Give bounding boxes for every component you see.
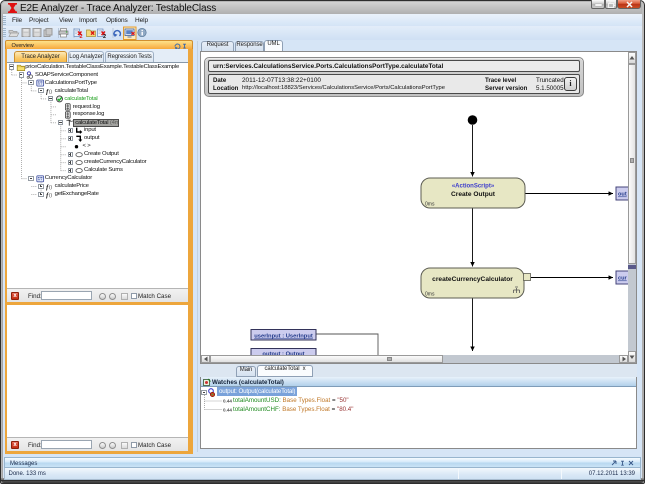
svg-text:«ActionScript»: «ActionScript»	[452, 184, 495, 190]
svg-text:0.44: 0.44	[223, 399, 232, 404]
svg-text:out: out	[618, 192, 627, 198]
svg-text:Create Output: Create Output	[451, 191, 496, 198]
svg-text:createCurrencyCalculator: createCurrencyCalculator	[432, 276, 513, 283]
svg-text:0ms: 0ms	[425, 202, 435, 208]
svg-text:0ms: 0ms	[425, 292, 435, 298]
svg-text:userInput : UserInput: userInput : UserInput	[254, 334, 313, 340]
svg-text:0.44: 0.44	[223, 408, 232, 413]
svg-text:cur: cur	[618, 276, 628, 282]
